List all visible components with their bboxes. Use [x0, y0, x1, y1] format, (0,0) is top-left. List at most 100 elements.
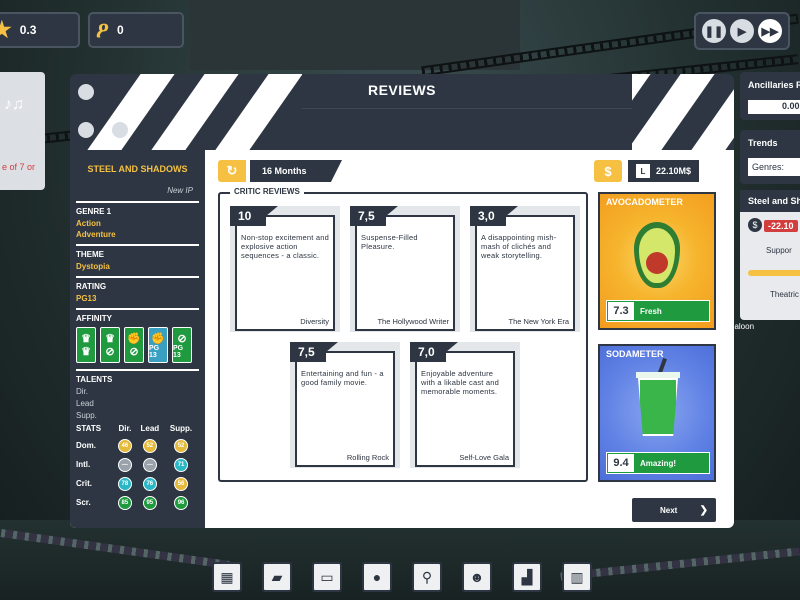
pg13-label: PG 13 — [173, 344, 184, 359]
folder-icon[interactable]: ▰ — [262, 562, 292, 592]
genre-value: Adventure — [76, 230, 116, 239]
review-text: A disappointing mish-mash of clichés and… — [481, 233, 557, 260]
play-icon[interactable]: ▶ — [730, 19, 754, 43]
compass-icon: ⊘ — [129, 346, 139, 358]
stat-chip: 78 — [117, 476, 132, 491]
review-source: Rolling Rock — [346, 453, 389, 462]
avocadometer-score-bar: 7.3 Fresh — [606, 300, 710, 322]
stats-header-row: STATS Dir. Lead Supp. — [76, 424, 198, 436]
review-card-body: A disappointing mish-mash of clichés and… — [475, 215, 575, 331]
bottom-toolbar: ▦ ▰ ▭ ● ⚲ ☻ ▟ ▥ — [212, 562, 592, 592]
rating-display: ★ 0.3 — [0, 12, 80, 48]
cup-lid-icon — [636, 372, 680, 378]
talent-support: Supp. — [76, 411, 97, 420]
affinity-section: AFFINITY ♛ ♛ ♛ ⊘ ✊ ⊘ ✊ PG 13 ⊘ PG 13 — [76, 308, 199, 363]
audience-badge[interactable]: ♛ ♛ — [76, 327, 96, 363]
audience-badge[interactable]: ♛ ⊘ — [100, 327, 120, 363]
audience-badge[interactable]: ✊ PG 13 — [148, 327, 168, 363]
film-details-sidebar: STEEL AND SHADOWS New IP GENRE 1 Action … — [70, 150, 205, 528]
production-time-bar: ↻ 16 Months — [218, 160, 342, 182]
page-title: REVIEWS — [367, 82, 437, 98]
avocado-pit — [646, 252, 668, 274]
pause-icon[interactable]: ❚❚ — [702, 19, 726, 43]
sodameter-title: SODAMETER — [606, 349, 664, 359]
people-icon[interactable]: ☻ — [462, 562, 492, 592]
compass-icon: ⊘ — [105, 346, 115, 358]
stat-chip: 71 — [174, 457, 189, 472]
film-title: STEEL AND SHADOWS — [87, 164, 188, 174]
film-balance: -22.10 — [764, 220, 798, 232]
genres-select[interactable]: Genres: — [748, 158, 800, 176]
support-progress-bar — [748, 270, 800, 276]
rating-section: RATING PG13 — [76, 276, 199, 304]
next-label: Next — [660, 505, 678, 515]
talent-director: Dir. — [76, 387, 88, 396]
clock-icon: ↻ — [218, 160, 246, 182]
chart-icon[interactable]: ▟ — [512, 562, 542, 592]
review-card: 7,0 Enjoyable adventure with a likable c… — [410, 342, 520, 468]
clapper-divider — [302, 108, 632, 109]
soda-cup-icon — [638, 378, 678, 436]
review-source: The Hollywood Writer — [377, 317, 449, 326]
budget-level: L — [636, 164, 650, 178]
affinity-badges: ♛ ♛ ♛ ⊘ ✊ ⊘ ✊ PG 13 ⊘ PG 13 — [76, 327, 199, 363]
review-card: 3,0 A disappointing mish-mash of clichés… — [470, 206, 580, 332]
tv-icon[interactable]: ▭ — [312, 562, 342, 592]
audience-badge[interactable]: ⊘ PG 13 — [172, 327, 192, 363]
search-icon[interactable]: ⚲ — [412, 562, 442, 592]
rating-value: PG13 — [76, 294, 97, 303]
production-months: 16 Months — [250, 160, 342, 182]
sodameter-score: 9.4 — [608, 454, 634, 472]
stats-label: STATS — [76, 424, 102, 433]
review-card-body: Non-stop excitement and explosive action… — [235, 215, 335, 331]
pg13-label: PG 13 — [149, 344, 160, 359]
review-card-body: Enjoyable adventure with a likable cast … — [415, 351, 515, 467]
stats-row: Scr. 85 95 96 — [76, 493, 198, 512]
review-card: 7,5 Suspense-Filled Pleasure. The Hollyw… — [350, 206, 460, 332]
ip-label: New IP — [167, 186, 193, 195]
avocadometer-verdict: Fresh — [640, 306, 662, 316]
audience-badge[interactable]: ✊ ⊘ — [124, 327, 144, 363]
stat-chip: 76 — [142, 476, 157, 491]
clapper-hinge-icon — [112, 122, 128, 138]
speed-controls: ❚❚ ▶ ▶▶ — [694, 12, 790, 50]
avocadometer-score: 7.3 — [608, 302, 634, 320]
next-button[interactable]: Next ❯ — [632, 498, 716, 522]
budget-box: L 22.10M$ — [628, 160, 700, 182]
review-text: Suspense-Filled Pleasure. — [361, 233, 418, 251]
review-text: Non-stop excitement and explosive action… — [241, 233, 329, 260]
avocado-icon — [634, 222, 680, 288]
review-card: 7,5 Entertaining and fun - a good family… — [290, 342, 400, 468]
crown-icon: ♛ — [105, 333, 115, 345]
critic-reviews-title: CRITIC REVIEWS — [230, 187, 304, 196]
fast-forward-icon[interactable]: ▶▶ — [758, 19, 782, 43]
dollar-icon: $ — [748, 218, 762, 232]
film-icon[interactable]: ▦ — [212, 562, 242, 592]
avocadometer-panel: AVOCADOMETER 7.3 Fresh — [598, 192, 716, 330]
ancillaries-value: 0.00 — [748, 100, 800, 114]
stats-row-label: Crit. — [76, 479, 92, 488]
review-card-body: Entertaining and fun - a good family mov… — [295, 351, 395, 467]
crown-icon: ♛ — [81, 333, 91, 345]
stats-col: Lead — [140, 424, 160, 433]
review-score: 7,5 — [350, 206, 398, 226]
crown-icon: ♛ — [81, 346, 91, 358]
trends-panel: Trends Genres: — [740, 130, 800, 184]
stat-chip: 56 — [174, 476, 189, 491]
budget-value: 22.10M$ — [656, 166, 692, 176]
film-status-title: Steel and Shad — [740, 190, 800, 212]
genre-section: GENRE 1 Action Adventure — [76, 201, 199, 240]
ancillaries-title: Ancillaries Rev — [748, 80, 800, 90]
prestige-display: ዖ 0 — [88, 12, 184, 48]
prestige-icon: ዖ — [96, 17, 109, 43]
stat-chip: 85 — [117, 495, 132, 510]
stats-row: Dom. 46 52 52 — [76, 436, 198, 455]
stat-chip: 46 — [117, 438, 132, 453]
talents-label: TALENTS — [76, 375, 113, 384]
theme-label: THEME — [76, 250, 104, 259]
stats-row-label: Dom. — [76, 441, 96, 450]
lightbulb-icon[interactable]: ● — [362, 562, 392, 592]
reviews-panel: STEEL AND SHADOWS New IP GENRE 1 Action … — [70, 150, 734, 528]
stats-col: Supp. — [169, 424, 193, 433]
building-icon[interactable]: ▥ — [562, 562, 592, 592]
